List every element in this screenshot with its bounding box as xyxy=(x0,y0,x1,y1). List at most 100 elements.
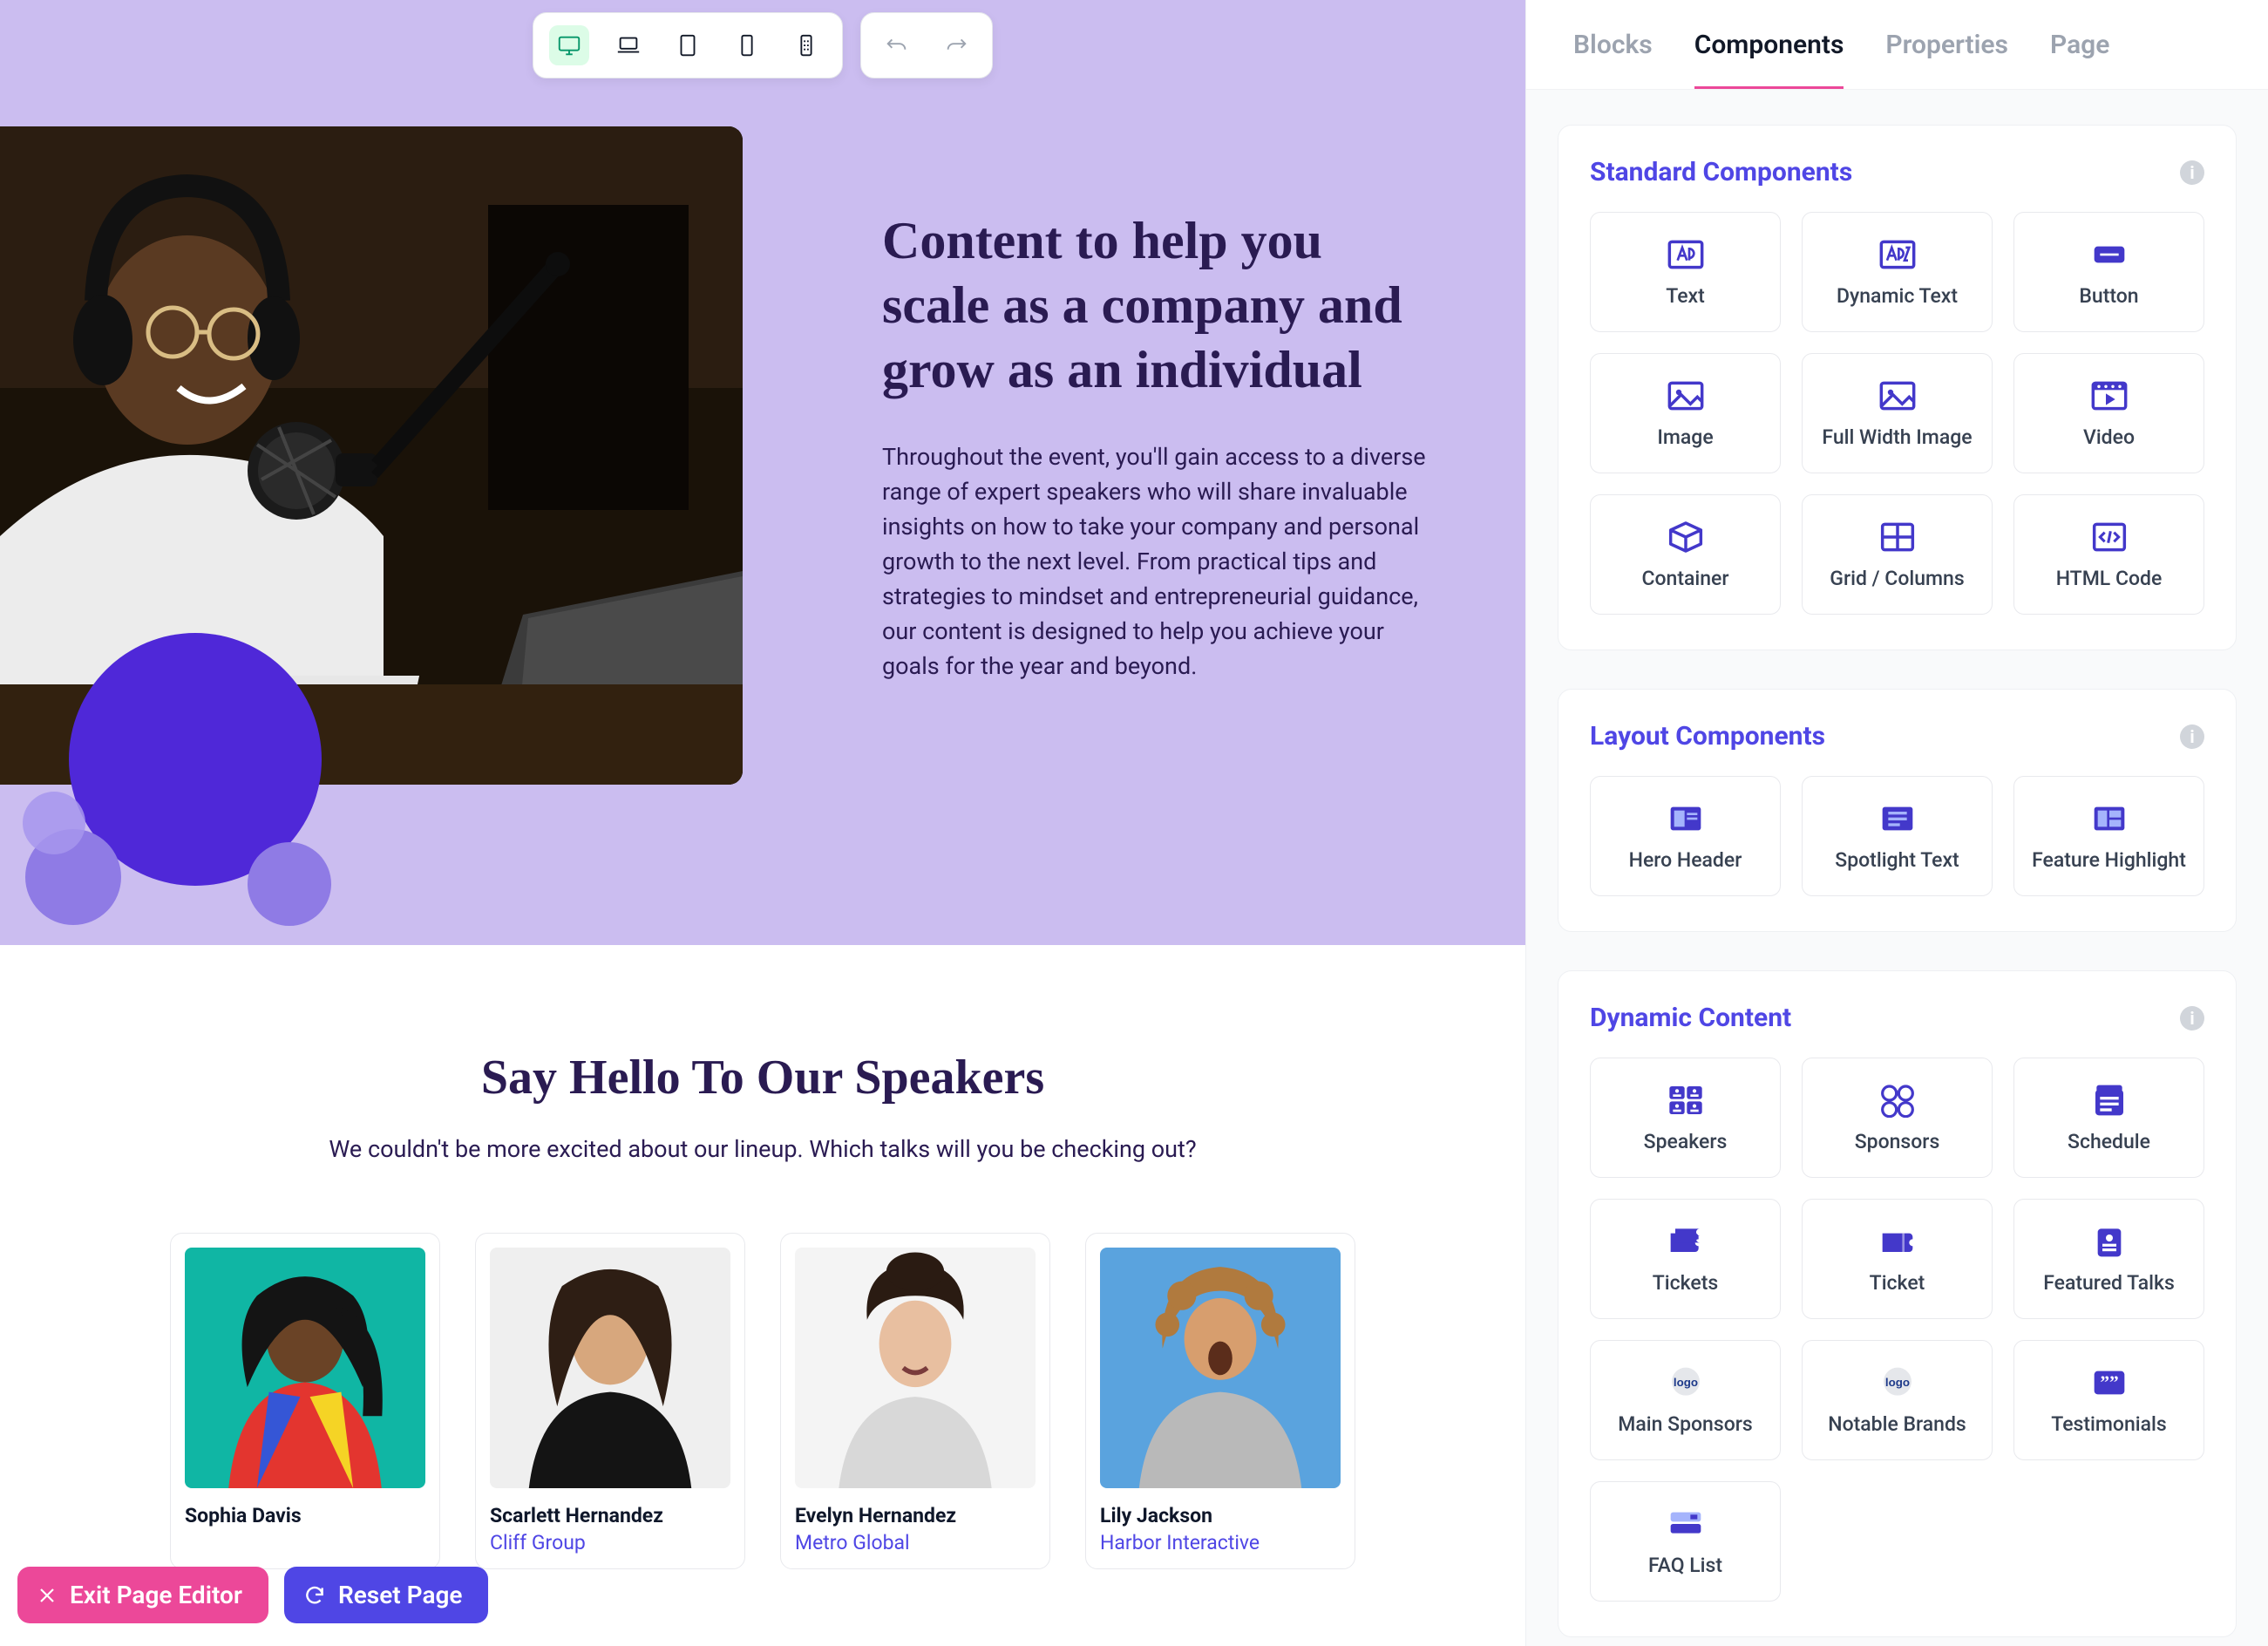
component-image[interactable]: Image xyxy=(1590,353,1781,473)
speaker-card[interactable]: Scarlett Hernandez Cliff Group xyxy=(475,1233,745,1569)
hero-text: Content to help you scale as a company a… xyxy=(743,0,1525,785)
component-featured-talks[interactable]: Featured Talks xyxy=(2013,1199,2204,1319)
reset-page-label: Reset Page xyxy=(338,1581,463,1609)
component-notable-brands[interactable]: Notable Brands xyxy=(1802,1340,1993,1460)
panel-tabs: Blocks Components Properties Page xyxy=(1526,0,2268,90)
hero-body[interactable]: Throughout the event, you'll gain access… xyxy=(882,440,1427,684)
component-label: Hero Header xyxy=(1629,848,1742,872)
component-dynamic-text[interactable]: Dynamic Text xyxy=(1802,212,1993,332)
component-html-code[interactable]: HTML Code xyxy=(2013,494,2204,615)
component-hero-header[interactable]: Hero Header xyxy=(1590,776,1781,896)
tab-page[interactable]: Page xyxy=(2050,30,2109,89)
section-title: Standard Components xyxy=(1590,157,1852,187)
info-icon[interactable]: i xyxy=(2180,160,2204,185)
right-panel: Blocks Components Properties Page Standa… xyxy=(1525,0,2268,1646)
device-tablet-button[interactable] xyxy=(668,25,708,65)
component-label: Container xyxy=(1641,567,1728,590)
component-text[interactable]: Text xyxy=(1590,212,1781,332)
component-main-sponsors[interactable]: Main Sponsors xyxy=(1590,1340,1781,1460)
speakers-title[interactable]: Say Hello To Our Speakers xyxy=(0,1050,1525,1105)
component-video[interactable]: Video xyxy=(2013,353,2204,473)
exit-editor-button[interactable]: Exit Page Editor xyxy=(17,1567,268,1623)
speakers-section[interactable]: Say Hello To Our Speakers We couldn't be… xyxy=(0,945,1525,1622)
speaker-name: Scarlett Hernandez xyxy=(490,1504,730,1527)
hero-title[interactable]: Content to help you scale as a company a… xyxy=(882,209,1429,402)
info-icon[interactable]: i xyxy=(2180,724,2204,749)
speaker-photo xyxy=(1100,1248,1341,1488)
component-label: Sponsors xyxy=(1855,1130,1940,1153)
speaker-photo xyxy=(185,1248,425,1488)
redo-button[interactable] xyxy=(936,25,976,65)
undo-button[interactable] xyxy=(877,25,917,65)
component-label: Full Width Image xyxy=(1822,425,1972,449)
component-label: Image xyxy=(1657,425,1713,449)
component-ticket[interactable]: Ticket xyxy=(1802,1199,1993,1319)
component-label: Schedule xyxy=(2068,1130,2150,1153)
component-label: FAQ List xyxy=(1648,1554,1722,1577)
device-toolbar xyxy=(533,12,993,78)
section-layout-components: Layout Components i Hero Header Spotligh… xyxy=(1558,689,2237,932)
speakers-grid: Sophia Davis Scarlett Hernandez Cliff Gr… xyxy=(0,1233,1525,1569)
tab-blocks[interactable]: Blocks xyxy=(1573,30,1653,89)
component-full-width-image[interactable]: Full Width Image xyxy=(1802,353,1993,473)
history-group xyxy=(860,12,993,78)
component-label: Testimonials xyxy=(2051,1412,2166,1436)
component-label: Text xyxy=(1666,284,1705,308)
component-label: Feature Highlight xyxy=(2032,848,2186,872)
component-label: HTML Code xyxy=(2056,567,2163,590)
component-testimonials[interactable]: Testimonials xyxy=(2013,1340,2204,1460)
component-button[interactable]: Button xyxy=(2013,212,2204,332)
speaker-company: Metro Global xyxy=(795,1531,1036,1554)
section-title: Layout Components xyxy=(1590,721,1825,752)
component-label: Spotlight Text xyxy=(1835,848,1959,872)
component-sponsors[interactable]: Sponsors xyxy=(1802,1058,1993,1178)
section-standard-components: Standard Components i Text Dynamic Text … xyxy=(1558,125,2237,650)
component-label: Button xyxy=(2079,284,2138,308)
tab-components[interactable]: Components xyxy=(1694,30,1844,89)
device-group xyxy=(533,12,843,78)
component-faq-list[interactable]: FAQ List xyxy=(1590,1481,1781,1602)
tab-properties[interactable]: Properties xyxy=(1885,30,2008,89)
speaker-card[interactable]: Sophia Davis xyxy=(170,1233,440,1569)
speaker-name: Evelyn Hernandez xyxy=(795,1504,1036,1527)
component-label: Tickets xyxy=(1653,1271,1718,1295)
exit-editor-label: Exit Page Editor xyxy=(70,1581,242,1609)
panel-body: Standard Components i Text Dynamic Text … xyxy=(1526,90,2268,1646)
editor-canvas: Content to help you scale as a company a… xyxy=(0,0,1525,1646)
component-label: Featured Talks xyxy=(2043,1271,2175,1295)
device-phone-button[interactable] xyxy=(727,25,767,65)
component-label: Ticket xyxy=(1870,1271,1925,1295)
hero-section[interactable]: Content to help you scale as a company a… xyxy=(0,0,1525,945)
app-root: Content to help you scale as a company a… xyxy=(0,0,2268,1646)
component-feature-highlight[interactable]: Feature Highlight xyxy=(2013,776,2204,896)
section-title: Dynamic Content xyxy=(1590,1003,1791,1033)
component-label: Grid / Columns xyxy=(1830,567,1964,590)
speakers-subtitle[interactable]: We couldn't be more excited about our li… xyxy=(0,1135,1525,1163)
component-label: Notable Brands xyxy=(1828,1412,1966,1436)
editor-action-bar: Exit Page Editor Reset Page xyxy=(17,1567,488,1623)
speaker-photo xyxy=(490,1248,730,1488)
component-container[interactable]: Container xyxy=(1590,494,1781,615)
hero-bubbles xyxy=(3,624,370,942)
speaker-name: Lily Jackson xyxy=(1100,1504,1341,1527)
device-custom-size-button[interactable] xyxy=(786,25,826,65)
speaker-name: Sophia Davis xyxy=(185,1504,425,1527)
component-schedule[interactable]: Schedule xyxy=(2013,1058,2204,1178)
component-label: Main Sponsors xyxy=(1618,1412,1752,1436)
device-laptop-button[interactable] xyxy=(608,25,648,65)
speaker-card[interactable]: Lily Jackson Harbor Interactive xyxy=(1085,1233,1355,1569)
component-label: Speakers xyxy=(1644,1130,1728,1153)
component-grid[interactable]: Grid / Columns xyxy=(1802,494,1993,615)
component-speakers[interactable]: Speakers xyxy=(1590,1058,1781,1178)
device-desktop-button[interactable] xyxy=(549,25,589,65)
speaker-card[interactable]: Evelyn Hernandez Metro Global xyxy=(780,1233,1050,1569)
speaker-company: Cliff Group xyxy=(490,1531,730,1554)
component-label: Dynamic Text xyxy=(1837,284,1958,308)
component-tickets[interactable]: Tickets xyxy=(1590,1199,1781,1319)
speaker-company: Harbor Interactive xyxy=(1100,1531,1341,1554)
reset-page-button[interactable]: Reset Page xyxy=(284,1567,489,1623)
info-icon[interactable]: i xyxy=(2180,1006,2204,1030)
component-label: Video xyxy=(2083,425,2135,449)
speaker-photo xyxy=(795,1248,1036,1488)
component-spotlight-text[interactable]: Spotlight Text xyxy=(1802,776,1993,896)
